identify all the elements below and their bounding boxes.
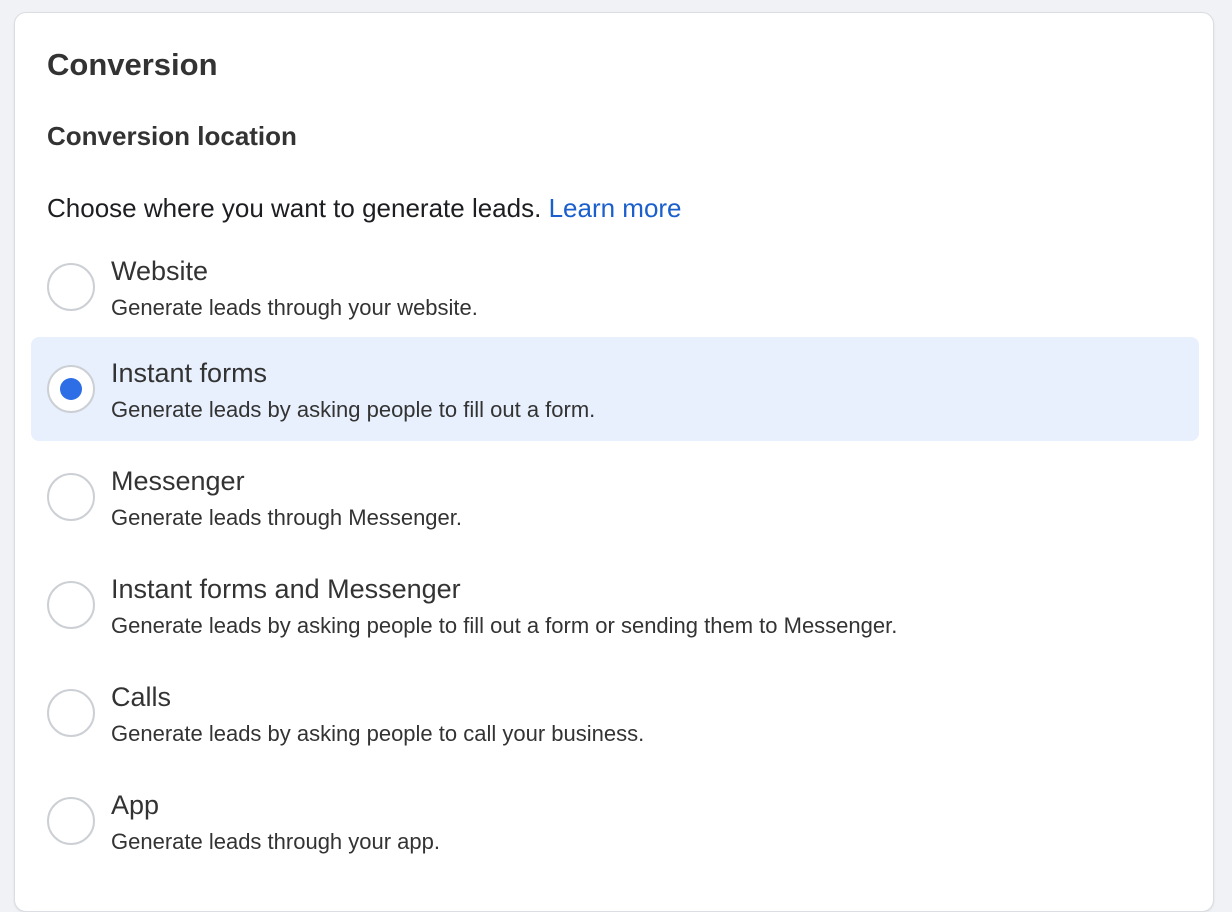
option-description: Generate leads by asking people to call … bbox=[111, 721, 645, 746]
radio-button[interactable] bbox=[47, 581, 95, 629]
option-label: Messenger bbox=[111, 466, 245, 496]
radio-button[interactable] bbox=[47, 263, 95, 311]
option-label: Calls bbox=[111, 682, 172, 712]
option-calls[interactable]: Calls Generate leads by asking people to… bbox=[31, 661, 1199, 765]
option-label: Instant forms bbox=[111, 358, 268, 388]
section-title: Conversion bbox=[47, 47, 218, 82]
conversion-location-title: Conversion location bbox=[47, 121, 297, 151]
option-website[interactable]: Website Generate leads through your webs… bbox=[31, 235, 1199, 339]
conversion-location-description: Choose where you want to generate leads.… bbox=[47, 191, 682, 225]
learn-more-link[interactable]: Learn more bbox=[549, 193, 682, 223]
option-label: Instant forms and Messenger bbox=[111, 574, 461, 604]
radio-button[interactable] bbox=[47, 365, 95, 413]
option-instant-forms-and-messenger[interactable]: Instant forms and Messenger Generate lea… bbox=[31, 553, 1199, 657]
option-label: App bbox=[111, 790, 160, 820]
radio-button[interactable] bbox=[47, 797, 95, 845]
conversion-card: Conversion Conversion location Choose wh… bbox=[14, 12, 1214, 912]
option-description: Generate leads through Messenger. bbox=[111, 505, 463, 530]
option-description: Generate leads by asking people to fill … bbox=[111, 613, 898, 638]
option-description: Generate leads through your website. bbox=[111, 295, 478, 320]
option-description: Generate leads by asking people to fill … bbox=[111, 397, 596, 422]
radio-button[interactable] bbox=[47, 689, 95, 737]
option-messenger[interactable]: Messenger Generate leads through Messeng… bbox=[31, 445, 1199, 549]
option-instant-forms[interactable]: Instant forms Generate leads by asking p… bbox=[31, 337, 1199, 441]
description-text: Choose where you want to generate leads. bbox=[47, 193, 542, 223]
radio-selected-dot bbox=[60, 378, 82, 400]
option-label: Website bbox=[111, 256, 209, 286]
radio-button[interactable] bbox=[47, 473, 95, 521]
option-description: Generate leads through your app. bbox=[111, 829, 441, 854]
option-app[interactable]: App Generate leads through your app. bbox=[31, 769, 1199, 873]
